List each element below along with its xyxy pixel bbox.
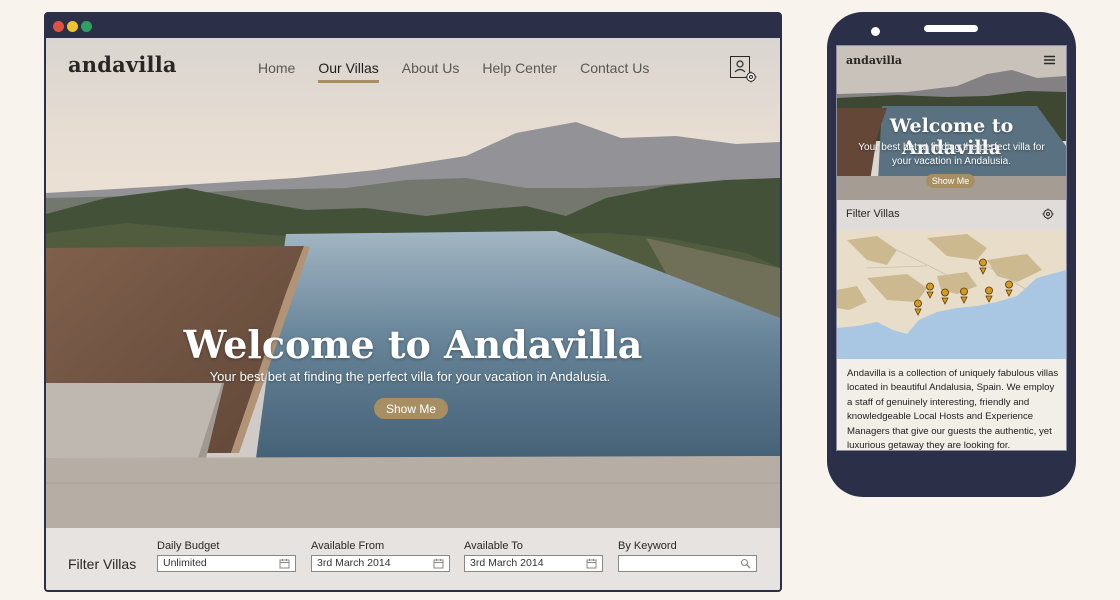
nav-home[interactable]: Home	[258, 60, 295, 83]
available-to-label: Available To	[464, 540, 523, 552]
mobile-filter-bar[interactable]: Filter Villas	[837, 200, 1066, 230]
mobile-description: Andavilla is a collection of uniquely fa…	[847, 368, 1059, 451]
daily-budget-input[interactable]: Unlimited	[157, 555, 296, 572]
keyword-group: By Keyword	[618, 540, 757, 572]
villa-map[interactable]	[837, 230, 1066, 359]
daily-budget-group: Daily Budget Unlimited	[157, 540, 296, 572]
gear-icon[interactable]	[1042, 208, 1054, 220]
mobile-hero-section: andavilla Welcome to Andavilla Your best…	[837, 46, 1066, 200]
available-from-label: Available From	[311, 540, 385, 552]
daily-budget-value: Unlimited	[163, 557, 207, 569]
nav-our-villas[interactable]: Our Villas	[318, 60, 379, 83]
desktop-browser-frame: andavilla Home Our Villas About Us Help …	[44, 12, 782, 592]
close-window-button[interactable]	[53, 21, 64, 32]
keyword-input[interactable]	[618, 555, 757, 572]
mobile-hero-subtitle: Your best bet at finding the perfect vil…	[858, 142, 1045, 167]
daily-budget-label: Daily Budget	[157, 540, 220, 552]
gear-icon	[745, 71, 757, 83]
available-to-value: 3rd March 2014	[470, 557, 544, 569]
phone-frame: andavilla Welcome to Andavilla Your best…	[827, 12, 1076, 497]
available-from-group: Available From 3rd March 2014	[311, 540, 450, 572]
mobile-show-me-button[interactable]: Show Me	[926, 174, 975, 188]
nav-help-center[interactable]: Help Center	[482, 60, 557, 83]
nav-contact-us[interactable]: Contact Us	[580, 60, 649, 83]
calendar-icon[interactable]	[586, 558, 597, 569]
mobile-site-logo[interactable]: andavilla	[846, 54, 902, 67]
user-account-button[interactable]	[730, 56, 757, 83]
mobile-filter-villas-label: Filter Villas	[846, 208, 900, 220]
search-icon[interactable]	[740, 558, 751, 569]
calendar-icon[interactable]	[279, 558, 290, 569]
available-from-value: 3rd March 2014	[317, 557, 391, 569]
hero-subtitle: Your best bet at finding the perfect vil…	[209, 369, 611, 384]
site-logo[interactable]: andavilla	[68, 52, 177, 77]
phone-screen: andavilla Welcome to Andavilla Your best…	[836, 45, 1067, 451]
browser-titlebar	[46, 14, 780, 38]
nav-about-us[interactable]: About Us	[402, 60, 460, 83]
phone-speaker	[924, 25, 978, 32]
available-from-input[interactable]: 3rd March 2014	[311, 555, 450, 572]
hero-section: andavilla Home Our Villas About Us Help …	[46, 38, 780, 528]
hero-title: Welcome to Andavilla	[183, 322, 643, 367]
calendar-icon[interactable]	[433, 558, 444, 569]
hero-background-image	[46, 38, 780, 528]
filter-villas-title: Filter Villas	[68, 556, 137, 572]
keyword-label: By Keyword	[618, 540, 677, 552]
available-to-group: Available To 3rd March 2014	[464, 540, 603, 572]
phone-camera	[871, 27, 880, 36]
show-me-button[interactable]: Show Me	[374, 398, 448, 419]
main-nav: Home Our Villas About Us Help Center Con…	[258, 60, 649, 83]
minimize-window-button[interactable]	[67, 21, 78, 32]
available-to-input[interactable]: 3rd March 2014	[464, 555, 603, 572]
desktop-viewport: andavilla Home Our Villas About Us Help …	[46, 38, 780, 590]
maximize-window-button[interactable]	[81, 21, 92, 32]
filter-bar: Filter Villas Daily Budget Unlimited Ava…	[46, 528, 780, 590]
hamburger-menu-icon[interactable]	[1044, 55, 1055, 65]
